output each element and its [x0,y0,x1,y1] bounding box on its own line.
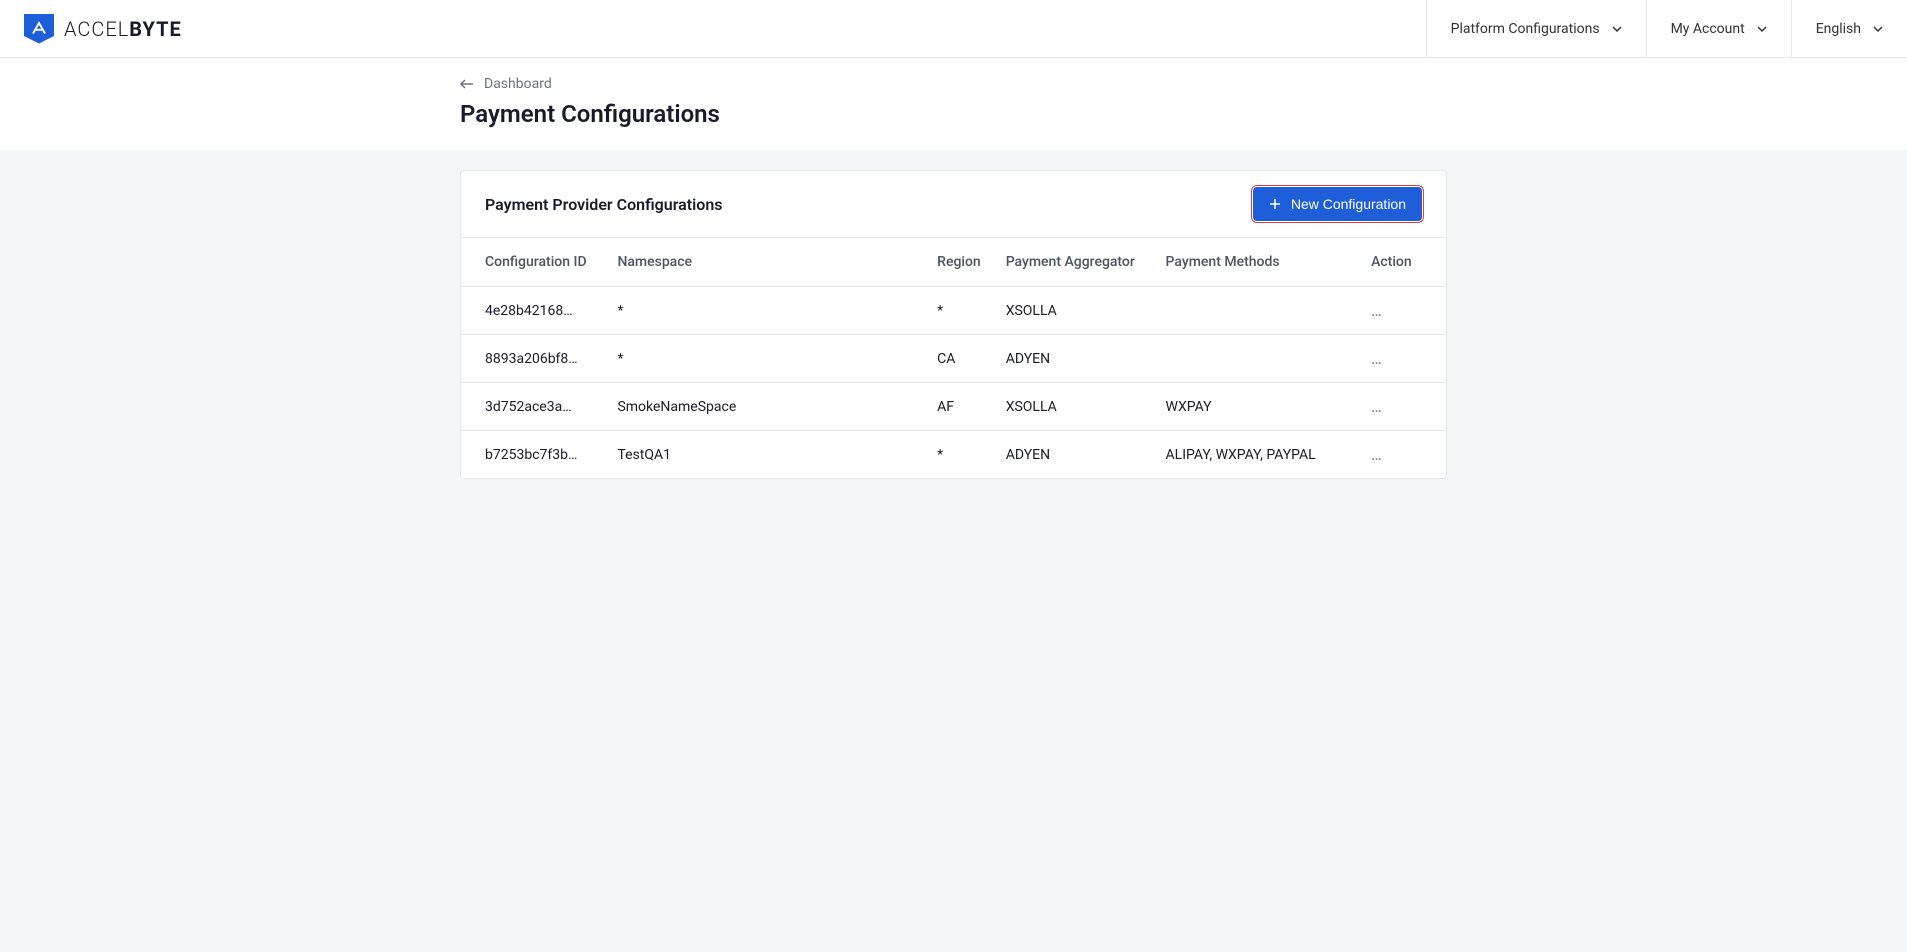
cell-methods: ALIPAY, WXPAY, PAYPAL [1158,431,1364,479]
page-subheader: Dashboard Payment Configurations [0,58,1907,150]
cell-region: CA [929,335,998,383]
cell-namespace: SmokeNameSpace [609,383,929,431]
table-row: 4e28b42168… * * XSOLLA … [461,287,1446,335]
col-header-action: Action [1363,238,1446,287]
col-header-aggregator: Payment Aggregator [998,238,1158,287]
brand-logo[interactable]: ACCELBYTE [24,14,182,44]
new-configuration-label: New Configuration [1291,196,1406,212]
nav-language[interactable]: English [1791,0,1907,57]
nav-platform-label: Platform Configurations [1451,21,1600,37]
app-header: ACCELBYTE Platform Configurations My Acc… [0,0,1907,58]
back-arrow-icon[interactable] [460,77,474,91]
row-action-menu[interactable]: … [1371,445,1381,464]
nav-platform-configurations[interactable]: Platform Configurations [1426,0,1646,57]
card-header: Payment Provider Configurations New Conf… [461,171,1446,238]
cell-aggregator: XSOLLA [998,287,1158,335]
table-row: 8893a206bf8… * CA ADYEN … [461,335,1446,383]
cell-region: * [929,287,998,335]
chevron-down-icon [1757,24,1767,34]
nav-my-account[interactable]: My Account [1646,0,1791,57]
card-title: Payment Provider Configurations [485,195,723,214]
cell-id: 4e28b42168… [461,287,609,335]
row-action-menu[interactable]: … [1371,397,1381,416]
cell-id: b7253bc7f3b… [461,431,609,479]
cell-id: 3d752ace3a… [461,383,609,431]
nav-language-label: English [1816,21,1861,37]
cell-methods: WXPAY [1158,383,1364,431]
cell-namespace: * [609,335,929,383]
cell-aggregator: ADYEN [998,431,1158,479]
brand-logo-text: ACCELBYTE [64,17,182,41]
cell-id: 8893a206bf8… [461,335,609,383]
row-action-menu[interactable]: … [1371,349,1381,368]
chevron-down-icon [1873,24,1883,34]
breadcrumb-dashboard-link[interactable]: Dashboard [484,76,552,92]
breadcrumb: Dashboard [460,76,1447,92]
header-nav: Platform Configurations My Account Engli… [1426,0,1907,57]
brand-name-part1: ACCEL [64,17,129,41]
configurations-table: Configuration ID Namespace Region Paymen… [461,238,1446,478]
col-header-id: Configuration ID [461,238,609,287]
cell-aggregator: ADYEN [998,335,1158,383]
col-header-namespace: Namespace [609,238,929,287]
table-row: 3d752ace3a… SmokeNameSpace AF XSOLLA WXP… [461,383,1446,431]
cell-aggregator: XSOLLA [998,383,1158,431]
nav-account-label: My Account [1671,21,1745,37]
plus-icon [1269,198,1281,210]
brand-logo-mark [24,14,54,44]
chevron-down-icon [1612,24,1622,34]
page-title: Payment Configurations [460,100,1447,128]
cell-namespace: TestQA1 [609,431,929,479]
brand-name-part2: BYTE [129,17,181,41]
cell-region: AF [929,383,998,431]
new-configuration-button[interactable]: New Configuration [1253,187,1422,221]
table-row: b7253bc7f3b… TestQA1 * ADYEN ALIPAY, WXP… [461,431,1446,479]
payment-provider-card: Payment Provider Configurations New Conf… [460,170,1447,479]
col-header-region: Region [929,238,998,287]
row-action-menu[interactable]: … [1371,301,1381,320]
cell-region: * [929,431,998,479]
cell-namespace: * [609,287,929,335]
col-header-methods: Payment Methods [1158,238,1364,287]
cell-methods [1158,335,1364,383]
cell-methods [1158,287,1364,335]
